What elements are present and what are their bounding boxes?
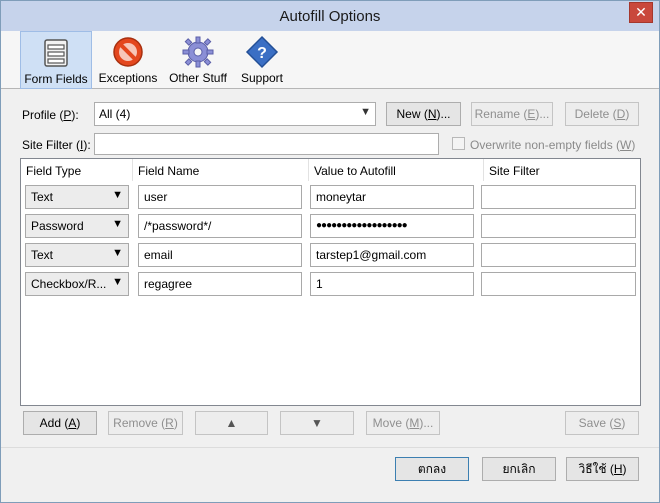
tab-exceptions-label: Exceptions (98, 71, 158, 85)
chevron-down-icon: ▼ (360, 106, 371, 118)
tab-support[interactable]: ? Support (235, 31, 289, 89)
table-row-2-type[interactable]: Password ▼ (25, 214, 129, 238)
save-button-pre: Save ( (578, 416, 614, 430)
tab-support-label: Support (240, 71, 284, 85)
chevron-down-icon: ▼ (112, 189, 123, 201)
table-row-4-filter[interactable] (481, 272, 636, 296)
table-row-2-type-value: Password (31, 219, 84, 233)
table-row-1-filter[interactable] (481, 185, 636, 209)
new-button-post: )... (436, 107, 451, 121)
table-row-1-value[interactable]: moneytar (310, 185, 474, 209)
move-up-button[interactable]: ▲ (195, 411, 268, 435)
arrow-up-icon: ▲ (225, 416, 238, 430)
form-fields-table: Field Type Field Name Value to Autofill … (20, 158, 641, 406)
table-row-3-type[interactable]: Text ▼ (25, 243, 129, 267)
overwrite-label: Overwrite non-empty fields (W) (470, 138, 635, 152)
help-button-pre: วิธีใช้ ( (578, 462, 614, 476)
site-filter-input[interactable] (94, 133, 439, 155)
table-row-3-value[interactable]: tarstep1@gmail.com (310, 243, 474, 267)
table-row-4-type-value: Checkbox/R... (31, 277, 107, 291)
remove-field-button[interactable]: Remove (R) (108, 411, 183, 435)
profile-select[interactable]: All (4) ▼ (94, 102, 376, 126)
tab-other-stuff-label: Other Stuff (169, 71, 227, 85)
site-filter-label: Site Filter (I): (22, 138, 91, 152)
remove-button-key: R (165, 416, 174, 430)
chevron-down-icon: ▼ (112, 276, 123, 288)
site-filter-label-post: ): (83, 138, 91, 152)
close-button[interactable]: ✕ (629, 2, 653, 23)
overwrite-label-post: ) (631, 138, 636, 152)
column-header-field-type[interactable]: Field Type (21, 159, 133, 181)
tab-form-fields[interactable]: Form Fields (20, 31, 92, 89)
move-button-pre: Move ( (372, 416, 410, 430)
arrow-down-icon: ▼ (311, 416, 323, 430)
footer-divider (1, 447, 659, 448)
delete-button-post: ) (625, 107, 630, 121)
cancel-button[interactable]: ยกเลิก (482, 457, 556, 481)
help-button-post: ) (622, 462, 627, 476)
help-diamond-icon: ? (245, 35, 279, 69)
table-row-2-filter[interactable] (481, 214, 636, 238)
toolbar: Form Fields Exceptions Other Stuff ? Sup… (1, 31, 659, 89)
remove-button-pre: Remove ( (113, 416, 166, 430)
tab-exceptions[interactable]: Exceptions (95, 31, 161, 89)
remove-button-post: ) (173, 416, 178, 430)
help-button[interactable]: วิธีใช้ (H) (566, 457, 639, 481)
table-row-1-type-value: Text (31, 190, 54, 204)
svg-text:?: ? (257, 45, 267, 62)
delete-button-pre: Delete ( (574, 107, 617, 121)
column-header-site-filter[interactable]: Site Filter (484, 159, 640, 181)
no-entry-icon (113, 37, 143, 67)
window-title: Autofill Options (279, 8, 381, 25)
column-header-field-name[interactable]: Field Name (133, 159, 309, 181)
profile-label-post: ): (71, 108, 79, 122)
table-row-1-name[interactable]: user (138, 185, 302, 209)
move-field-button[interactable]: Move (M)... (366, 411, 440, 435)
tab-form-fields-label: Form Fields (24, 72, 88, 86)
new-profile-button[interactable]: New (N)... (386, 102, 461, 126)
save-button[interactable]: Save (S) (565, 411, 639, 435)
column-header-value[interactable]: Value to Autofill (309, 159, 484, 181)
table-row-4-type[interactable]: Checkbox/R... ▼ (25, 272, 129, 296)
help-button-key: H (613, 462, 623, 476)
table-row-1-type[interactable]: Text ▼ (25, 185, 129, 209)
rename-profile-button[interactable]: Rename (E)... (471, 102, 553, 126)
site-filter-label-pre: Site Filter ( (22, 138, 81, 152)
move-button-post: )... (419, 416, 434, 430)
move-button-key: M (409, 416, 420, 430)
move-down-button[interactable]: ▼ (280, 411, 354, 435)
new-button-key: N (427, 107, 437, 121)
table-row-3-type-value: Text (31, 248, 54, 262)
table-row-2-value[interactable]: ●●●●●●●●●●●●●●●●●● (310, 214, 474, 238)
add-button-post: ) (76, 416, 81, 430)
title-bar[interactable]: Autofill Options ✕ (1, 1, 659, 31)
table-row-3-filter[interactable] (481, 243, 636, 267)
add-button-pre: Add ( (39, 416, 69, 430)
autofill-options-window: Autofill Options ✕ Form Fields Exception… (0, 0, 660, 503)
save-button-post: ) (621, 416, 626, 430)
table-row-3-name[interactable]: email (138, 243, 302, 267)
overwrite-checkbox[interactable] (452, 137, 465, 150)
delete-profile-button[interactable]: Delete (D) (565, 102, 639, 126)
profile-label-pre: Profile ( (22, 108, 64, 122)
new-button-pre: New ( (396, 107, 428, 121)
table-row-4-name[interactable]: regagree (138, 272, 302, 296)
add-field-button[interactable]: Add (A) (23, 411, 97, 435)
profile-select-value: All (4) (99, 107, 131, 121)
table-row-4-value[interactable]: 1 (310, 272, 474, 296)
chevron-down-icon: ▼ (112, 218, 123, 230)
form-fields-icon (44, 39, 68, 67)
overwrite-label-key: W (620, 138, 632, 152)
ok-button[interactable]: ตกลง (395, 457, 469, 481)
close-icon: ✕ (635, 4, 647, 20)
overwrite-label-pre: Overwrite non-empty fields ( (470, 138, 621, 152)
profile-label: Profile (P): (22, 108, 79, 122)
table-row-2-name[interactable]: /*password*/ (138, 214, 302, 238)
rename-button-post: )... (535, 107, 550, 121)
gear-icon (182, 36, 214, 68)
rename-button-pre: Rename ( (474, 107, 528, 121)
tab-other-stuff[interactable]: Other Stuff (165, 31, 231, 89)
chevron-down-icon: ▼ (112, 247, 123, 259)
